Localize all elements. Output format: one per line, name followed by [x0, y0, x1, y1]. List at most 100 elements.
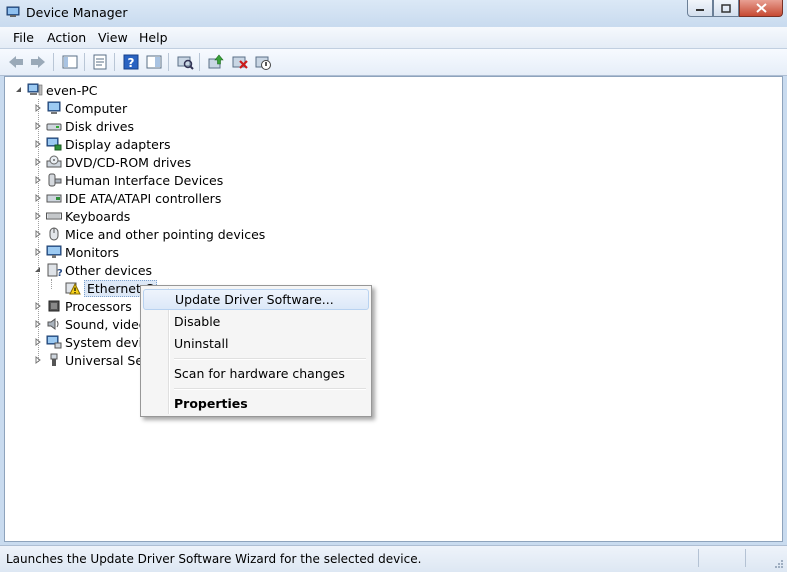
toolbar: ?	[0, 49, 787, 76]
show-action-pane-icon[interactable]	[145, 53, 163, 71]
maximize-icon	[721, 3, 731, 13]
device-manager-app-icon	[6, 6, 20, 17]
minimize-icon	[696, 9, 704, 11]
window-title: Device Manager	[26, 5, 128, 20]
toolbar-separator	[168, 53, 169, 71]
menu-separator	[174, 358, 366, 360]
disk-drive-icon	[46, 123, 62, 131]
tree-item-label: DVD/CD-ROM drives	[65, 154, 192, 170]
display-adapter-icon	[46, 137, 62, 151]
disable-icon[interactable]	[254, 53, 272, 71]
menu-action[interactable]: Action	[47, 30, 86, 45]
device-manager-window: Device Manager File Action View Help ? e…	[0, 0, 787, 572]
title-bar[interactable]: Device Manager	[0, 0, 787, 26]
maximize-button[interactable]	[713, 0, 739, 17]
status-text: Launches the Update Driver Software Wiza…	[6, 552, 422, 566]
update-driver-software-menu-item[interactable]: Update Driver Software...	[143, 289, 369, 310]
system-device-icon	[46, 335, 62, 349]
collapsed-arrow-icon[interactable]	[34, 356, 42, 364]
tree-item-other-devices[interactable]: ? Other devices	[34, 261, 152, 279]
warning-device-icon	[65, 282, 81, 295]
unknown-device-icon: ?	[47, 263, 62, 277]
collapsed-arrow-icon[interactable]	[34, 194, 42, 202]
ide-controller-icon	[46, 194, 62, 203]
tree-item-dvd-cd-rom-drives[interactable]: DVD/CD-ROM drives	[34, 153, 191, 171]
tree-item-mice-and-other-pointing-devices[interactable]: Mice and other pointing devices	[34, 225, 265, 243]
collapsed-arrow-icon[interactable]	[34, 338, 42, 346]
tree-item-label: Sound, video	[65, 316, 147, 332]
hid-icon	[48, 173, 62, 187]
uninstall-icon[interactable]	[231, 53, 249, 71]
status-bar: Launches the Update Driver Software Wiza…	[0, 545, 787, 572]
collapsed-arrow-icon[interactable]	[34, 212, 42, 220]
disable-menu-item[interactable]: Disable	[143, 311, 369, 332]
status-divider	[698, 549, 699, 567]
uninstall-menu-item[interactable]: Uninstall	[143, 333, 369, 354]
toolbar-separator	[53, 53, 54, 71]
tree-item-label: Monitors	[65, 244, 120, 260]
scan-for-hardware-changes-menu-item[interactable]: Scan for hardware changes	[143, 363, 369, 384]
tree-item-display-adapters[interactable]: Display adapters	[34, 135, 170, 153]
scan-hardware-icon[interactable]	[176, 53, 194, 71]
forward-icon[interactable]	[29, 53, 47, 71]
tree-line	[51, 279, 52, 289]
collapsed-arrow-icon[interactable]	[34, 320, 42, 328]
collapsed-arrow-icon[interactable]	[34, 104, 42, 112]
tree-item-label: Mice and other pointing devices	[65, 226, 266, 242]
collapsed-arrow-icon[interactable]	[34, 302, 42, 310]
tree-item-processors[interactable]: Processors	[34, 297, 132, 315]
monitor-icon	[46, 245, 62, 258]
tree-item-label: Display adapters	[65, 136, 171, 152]
help-icon[interactable]: ?	[122, 53, 140, 71]
toolbar-separator	[84, 53, 85, 71]
close-icon	[755, 3, 767, 13]
collapsed-arrow-icon[interactable]	[34, 140, 42, 148]
processor-icon	[48, 300, 60, 312]
tree-item-label: Human Interface Devices	[65, 172, 224, 188]
tree-item-label: IDE ATA/ATAPI controllers	[65, 190, 222, 206]
collapsed-arrow-icon[interactable]	[34, 176, 42, 184]
update-driver-icon[interactable]	[207, 53, 225, 71]
properties-menu-item[interactable]: Properties	[143, 393, 369, 414]
show-hide-console-tree-icon[interactable]	[61, 53, 79, 71]
dvd-drive-icon	[46, 155, 62, 168]
keyboard-icon	[46, 212, 62, 220]
tree-item-system-devices[interactable]: System device	[34, 333, 157, 351]
collapsed-arrow-icon[interactable]	[34, 248, 42, 256]
properties-icon[interactable]	[91, 53, 109, 71]
tree-item-monitors[interactable]: Monitors	[34, 243, 119, 261]
menu-file[interactable]: File	[13, 30, 34, 45]
collapsed-arrow-icon[interactable]	[34, 158, 42, 166]
toolbar-separator	[114, 53, 115, 71]
tree-item-sound-video[interactable]: Sound, video	[34, 315, 146, 333]
tree-item-label: Keyboards	[65, 208, 131, 224]
minimize-button[interactable]	[687, 0, 713, 17]
computer-icon	[47, 101, 61, 114]
tree-item-keyboards[interactable]: Keyboards	[34, 207, 130, 225]
expanded-arrow-icon[interactable]	[34, 266, 42, 274]
collapsed-arrow-icon[interactable]	[34, 122, 42, 130]
context-menu: Update Driver Software... Disable Uninst…	[140, 285, 372, 417]
expanded-arrow-icon[interactable]	[15, 86, 23, 94]
toolbar-separator	[199, 53, 200, 71]
mouse-icon	[49, 227, 59, 241]
tree-item-ide-ata-atapi-controllers[interactable]: IDE ATA/ATAPI controllers	[34, 189, 221, 207]
collapsed-arrow-icon[interactable]	[34, 230, 42, 238]
svg-text:?: ?	[57, 268, 62, 277]
device-tree-pane[interactable]: even-PC Computer Disk drives Display ada…	[4, 76, 783, 542]
resize-grip-icon[interactable]	[774, 559, 784, 569]
tree-item-computer[interactable]: Computer	[34, 99, 127, 117]
tree-item-label: Processors	[65, 298, 132, 314]
tree-item-human-interface-devices[interactable]: Human Interface Devices	[34, 171, 223, 189]
tree-item-disk-drives[interactable]: Disk drives	[34, 117, 134, 135]
status-divider	[745, 549, 746, 567]
menu-view[interactable]: View	[98, 30, 128, 45]
back-icon[interactable]	[7, 53, 25, 71]
close-button[interactable]	[739, 0, 783, 17]
svg-text:?: ?	[128, 56, 135, 70]
menu-separator	[174, 388, 366, 390]
menu-help[interactable]: Help	[139, 30, 168, 45]
usb-icon	[50, 353, 58, 366]
tree-root-row[interactable]: even-PC	[15, 81, 97, 99]
tree-item-label: Computer	[65, 100, 128, 116]
